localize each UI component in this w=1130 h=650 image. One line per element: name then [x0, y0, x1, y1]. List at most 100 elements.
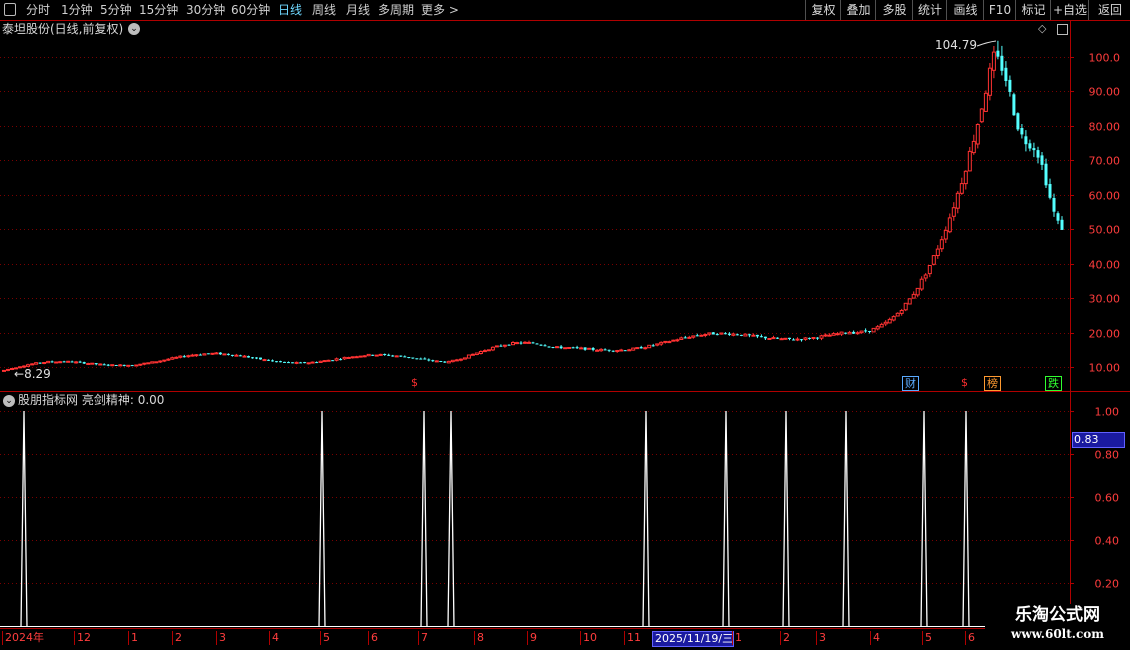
candle-body [695, 335, 699, 337]
candle-body [6, 368, 10, 371]
candle-body [186, 355, 191, 358]
candle-body [38, 362, 42, 364]
candle-body [158, 360, 163, 363]
candle-body [50, 361, 54, 363]
candle-body [366, 353, 371, 357]
candle-body [1056, 213, 1060, 221]
event-marker-4[interactable]: 跌 [1045, 376, 1062, 391]
candle-body [499, 345, 503, 347]
candle-body [326, 359, 331, 362]
candle-body [767, 338, 772, 340]
candle-body [707, 332, 712, 335]
candle-body [808, 337, 811, 339]
candle-body [963, 170, 968, 185]
candle-body [470, 353, 475, 356]
indicator-title: 股朋指标网 亮剑精神: 0.00 [18, 393, 165, 407]
x-axis-label: 10 [580, 631, 597, 645]
candle-body [118, 364, 123, 367]
event-marker-0[interactable]: $ [409, 376, 420, 389]
candle-body [98, 363, 103, 366]
candle-body [847, 331, 852, 335]
candle-body [883, 321, 888, 325]
x-axis-label: 8 [474, 631, 484, 645]
candle-body [1032, 148, 1036, 151]
candle-body [1004, 67, 1008, 81]
candle-body [322, 360, 327, 363]
candle-body [423, 358, 427, 360]
candle-body [647, 344, 652, 349]
indicator-name: 股朋指标网 [18, 393, 79, 407]
x-axis-label: 2024年 [2, 631, 44, 645]
candle-body [788, 337, 791, 339]
candle-body [210, 352, 215, 355]
candle-body [527, 341, 531, 344]
x-axis-label: 1 [128, 631, 138, 645]
candle-body [739, 334, 743, 336]
candle-body [823, 334, 828, 337]
candle-body [1060, 219, 1064, 230]
event-marker-2[interactable]: $ [959, 376, 970, 389]
candle-body [1016, 113, 1020, 130]
candle-body [979, 108, 984, 123]
candle-body [667, 341, 672, 344]
x-axis-label: 5 [922, 631, 932, 645]
candle-body [443, 361, 447, 363]
candle-body [94, 363, 98, 365]
candle-body [703, 334, 708, 336]
candle-body [655, 343, 660, 346]
candle-body [259, 357, 262, 360]
candle-body [919, 278, 924, 290]
candle-body [374, 354, 379, 357]
signal-spike [318, 410, 326, 628]
candle-body [154, 361, 159, 364]
x-axis-label: 5 [320, 631, 330, 645]
candle-body [715, 334, 719, 336]
candle-body [983, 92, 988, 112]
candle-body [855, 332, 860, 335]
event-marker-1[interactable]: 财 [902, 376, 919, 391]
candle-body [138, 363, 143, 366]
candle-body [575, 347, 579, 349]
candle-body [454, 359, 459, 362]
candle-body [411, 357, 415, 359]
candle-body [943, 229, 948, 240]
candle-body [687, 336, 692, 339]
candle-body [342, 356, 347, 360]
candle-body [502, 344, 507, 347]
candle-body [383, 354, 387, 355]
candle-body [967, 150, 972, 172]
x-axis-label: 6 [965, 631, 975, 645]
candle-body [486, 349, 491, 352]
candle-body [996, 50, 1000, 57]
candle-body [755, 334, 759, 337]
candle-body [198, 354, 202, 356]
candle-body [567, 347, 572, 349]
candle-body [927, 265, 932, 275]
candle-body [122, 364, 126, 366]
candle-body [299, 362, 303, 364]
candle-body [482, 350, 487, 353]
signal-spike [642, 410, 650, 628]
candle-body [214, 352, 219, 355]
candle-body [991, 51, 996, 71]
candle-body [792, 339, 795, 341]
candle-body [643, 347, 648, 350]
candle-body [923, 274, 928, 279]
candle-body [511, 342, 515, 346]
event-marker-3[interactable]: 榜 [984, 376, 1001, 391]
candle-body [415, 358, 419, 360]
candle-body [935, 248, 940, 257]
candle-body [675, 339, 680, 342]
candle-body [751, 334, 756, 337]
candle-body [170, 357, 175, 360]
candle-body [226, 353, 230, 355]
candle-body [339, 359, 343, 361]
candle-body [683, 337, 687, 339]
candle-body [903, 302, 908, 311]
candle-body [106, 364, 110, 366]
candle-body [46, 360, 51, 364]
candle-body [178, 355, 183, 358]
indicator-collapse-icon[interactable]: ⌄ [3, 395, 15, 407]
x-axis-label: 4 [870, 631, 880, 645]
candle-body [691, 335, 696, 338]
